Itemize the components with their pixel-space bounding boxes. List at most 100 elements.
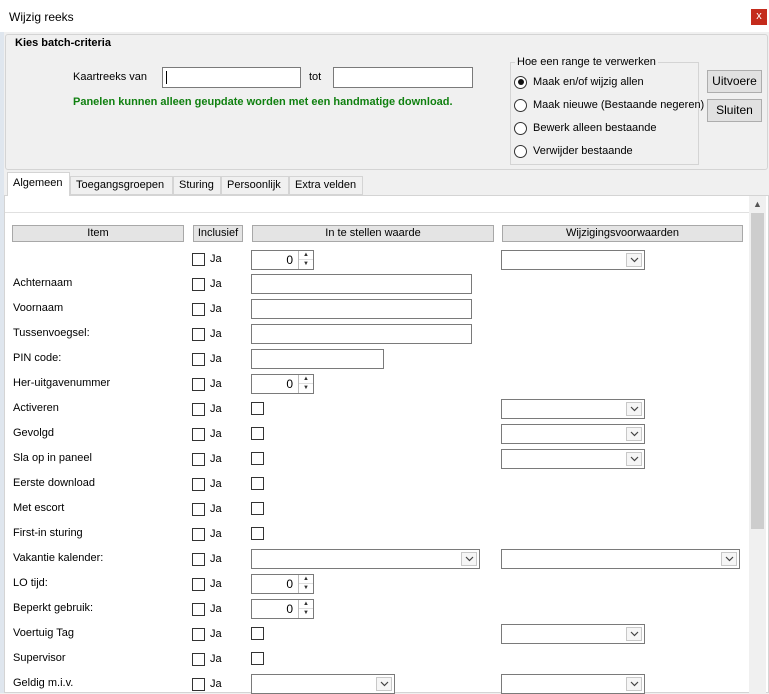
- include-label: Ja: [210, 253, 222, 265]
- condition-dropdown[interactable]: [501, 549, 740, 569]
- include-checkbox[interactable]: [192, 428, 205, 441]
- include-checkbox[interactable]: [192, 403, 205, 416]
- include-label: Ja: [210, 428, 222, 440]
- chevron-down-icon: [626, 627, 642, 641]
- lo-time-spinner[interactable]: 0 ▲ ▼: [251, 574, 314, 594]
- radio-unselected-icon: [514, 98, 527, 112]
- vertical-scrollbar[interactable]: ▲: [749, 196, 766, 693]
- include-label: Ja: [210, 478, 222, 490]
- spin-down-icon[interactable]: ▼: [299, 384, 313, 393]
- include-checkbox[interactable]: [192, 653, 205, 666]
- radio-create-or-modify-all[interactable]: Maak en/of wijzig allen: [514, 74, 644, 90]
- spin-up-icon[interactable]: ▲: [299, 375, 313, 384]
- condition-dropdown[interactable]: [501, 624, 645, 644]
- condition-dropdown[interactable]: [501, 449, 645, 469]
- achternaam-input[interactable]: [251, 274, 472, 294]
- radio-unselected-icon: [514, 121, 527, 135]
- tab-algemeen[interactable]: Algemeen: [7, 172, 70, 196]
- include-label: Ja: [210, 678, 222, 690]
- include-checkbox[interactable]: [192, 578, 205, 591]
- spin-down-icon[interactable]: ▼: [299, 609, 313, 618]
- first-in-value-checkbox[interactable]: [251, 527, 264, 540]
- include-checkbox[interactable]: [192, 678, 205, 691]
- include-label: Ja: [210, 378, 222, 390]
- supervisor-value-checkbox[interactable]: [251, 652, 264, 665]
- spin-up-icon[interactable]: ▲: [299, 251, 313, 260]
- radio-edit-existing-only[interactable]: Bewerk alleen bestaande: [514, 120, 657, 136]
- range-from-input[interactable]: [162, 67, 301, 88]
- spin-down-icon[interactable]: ▼: [299, 584, 313, 593]
- panel-top-divider: [5, 212, 749, 213]
- holiday-calendar-dropdown[interactable]: [251, 549, 480, 569]
- condition-dropdown[interactable]: [501, 424, 645, 444]
- include-checkbox[interactable]: [192, 328, 205, 341]
- include-label: Ja: [210, 528, 222, 540]
- radio-selected-icon: [514, 75, 527, 89]
- include-label: Ja: [210, 553, 222, 565]
- row-label-met-escort: Met escort: [13, 502, 65, 514]
- spin-up-icon[interactable]: ▲: [299, 600, 313, 609]
- met-escort-value-checkbox[interactable]: [251, 502, 264, 515]
- row-label-beperkt-gebruik: Beperkt gebruik:: [13, 602, 94, 614]
- tab-persoonlijk[interactable]: Persoonlijk: [221, 176, 289, 195]
- tussenvoegsel-input[interactable]: [251, 324, 472, 344]
- include-checkbox[interactable]: [192, 603, 205, 616]
- gevolgd-value-checkbox[interactable]: [251, 427, 264, 440]
- vehicle-tag-value-checkbox[interactable]: [251, 627, 264, 640]
- manual-download-warning: Panelen kunnen alleen geupdate worden me…: [73, 96, 453, 108]
- include-checkbox[interactable]: [192, 503, 205, 516]
- include-checkbox[interactable]: [192, 628, 205, 641]
- limited-use-spinner[interactable]: 0 ▲ ▼: [251, 599, 314, 619]
- tab-sturing[interactable]: Sturing: [173, 176, 221, 195]
- reissue-number-spinner[interactable]: 0 ▲ ▼: [251, 374, 314, 394]
- include-label: Ja: [210, 453, 222, 465]
- include-label: Ja: [210, 578, 222, 590]
- include-checkbox[interactable]: [192, 528, 205, 541]
- radio-label: Maak nieuwe (Bestaande negeren): [533, 99, 705, 111]
- row-label-tussenvoegsel: Tussenvoegsel:: [13, 327, 90, 339]
- column-header-conditions: Wijzigingsvoorwaarden: [502, 225, 743, 242]
- include-checkbox[interactable]: [192, 478, 205, 491]
- spinner-value: 0: [286, 602, 293, 616]
- voornaam-input[interactable]: [251, 299, 472, 319]
- row-label-vakantie-kalender: Vakantie kalender:: [13, 552, 104, 564]
- condition-dropdown[interactable]: [501, 674, 645, 694]
- condition-dropdown[interactable]: [501, 399, 645, 419]
- include-checkbox[interactable]: [192, 453, 205, 466]
- column-header-item: Item: [12, 225, 184, 242]
- close-button[interactable]: Sluiten: [707, 99, 762, 122]
- batch-criteria-legend: Kies batch-criteria: [13, 37, 113, 49]
- range-to-input[interactable]: [333, 67, 473, 88]
- close-window-button[interactable]: x: [751, 9, 767, 25]
- include-checkbox[interactable]: [192, 353, 205, 366]
- eerste-download-value-checkbox[interactable]: [251, 477, 264, 490]
- include-label: Ja: [210, 353, 222, 365]
- scroll-thumb[interactable]: [751, 213, 764, 529]
- scroll-up-arrow-icon[interactable]: ▲: [749, 196, 766, 213]
- tab-extra-velden[interactable]: Extra velden: [289, 176, 363, 195]
- radio-create-new-ignore-existing[interactable]: Maak nieuwe (Bestaande negeren): [514, 97, 704, 113]
- sla-op-value-checkbox[interactable]: [251, 452, 264, 465]
- execute-button[interactable]: Uitvoere: [707, 70, 762, 93]
- chevron-down-icon: [461, 552, 477, 566]
- value-spinner[interactable]: 0 ▲ ▼: [251, 250, 314, 270]
- chevron-down-icon: [626, 427, 642, 441]
- spin-up-icon[interactable]: ▲: [299, 575, 313, 584]
- spinner-value: 0: [286, 377, 293, 391]
- spin-down-icon[interactable]: ▼: [299, 260, 313, 269]
- include-checkbox[interactable]: [192, 303, 205, 316]
- row-label-eerste-download: Eerste download: [13, 477, 95, 489]
- include-checkbox[interactable]: [192, 553, 205, 566]
- include-label: Ja: [210, 403, 222, 415]
- chevron-down-icon: [376, 677, 392, 691]
- tab-toegangsgroepen[interactable]: Toegangsgroepen: [70, 176, 173, 195]
- condition-dropdown[interactable]: [501, 250, 645, 270]
- include-checkbox[interactable]: [192, 253, 205, 266]
- pin-code-input[interactable]: [251, 349, 384, 369]
- include-checkbox[interactable]: [192, 378, 205, 391]
- valid-from-date-picker[interactable]: [251, 674, 395, 694]
- activeren-value-checkbox[interactable]: [251, 402, 264, 415]
- radio-delete-existing[interactable]: Verwijder bestaande: [514, 143, 633, 159]
- include-checkbox[interactable]: [192, 278, 205, 291]
- chevron-down-icon: [721, 552, 737, 566]
